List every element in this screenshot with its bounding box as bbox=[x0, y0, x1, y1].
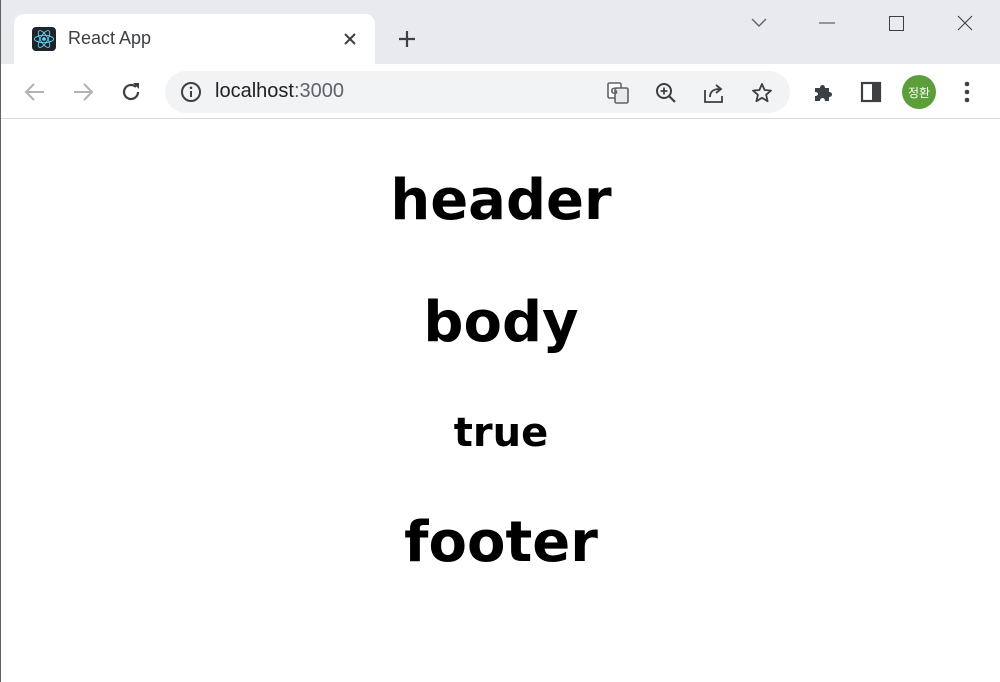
tab-search-chevron-icon[interactable] bbox=[736, 8, 782, 38]
minimize-icon[interactable] bbox=[804, 8, 850, 38]
translate-icon[interactable]: G bbox=[605, 80, 631, 106]
profile-avatar[interactable]: 정환 bbox=[902, 75, 936, 109]
flag-heading: true bbox=[453, 410, 549, 456]
url-text[interactable]: localhost:3000 bbox=[215, 80, 344, 103]
tab-title: React App bbox=[68, 28, 152, 48]
new-tab-button[interactable] bbox=[393, 25, 421, 53]
tab-strip: React App bbox=[1, 0, 1000, 64]
zoom-icon[interactable] bbox=[653, 80, 679, 106]
svg-text:G: G bbox=[611, 87, 618, 97]
share-icon[interactable] bbox=[701, 80, 727, 106]
extensions-puzzle-icon[interactable] bbox=[808, 77, 838, 107]
address-bar[interactable]: localhost:3000 G bbox=[165, 71, 790, 113]
header-heading: header bbox=[390, 168, 612, 233]
bookmark-star-icon[interactable] bbox=[749, 80, 775, 106]
body-heading: body bbox=[423, 290, 579, 355]
react-logo-icon bbox=[32, 27, 56, 51]
kebab-menu-icon[interactable] bbox=[952, 77, 982, 107]
site-info-icon[interactable] bbox=[179, 80, 203, 104]
back-arrow-icon[interactable] bbox=[19, 76, 51, 108]
reload-icon[interactable] bbox=[115, 76, 147, 108]
url-port: :3000 bbox=[293, 80, 344, 102]
side-panel-icon[interactable] bbox=[856, 77, 886, 107]
close-tab-icon[interactable] bbox=[337, 26, 363, 52]
browser-window: React App localhost:3000 G 정환 header bod… bbox=[0, 0, 1000, 682]
forward-arrow-icon[interactable] bbox=[67, 76, 99, 108]
tab-react-app[interactable]: React App bbox=[14, 14, 375, 64]
browser-toolbar: localhost:3000 G 정환 bbox=[1, 64, 1000, 119]
page-content: header body true footer bbox=[1, 120, 1000, 682]
footer-heading: footer bbox=[404, 510, 598, 575]
url-host: localhost bbox=[215, 80, 294, 102]
maximize-icon[interactable] bbox=[873, 8, 919, 38]
close-window-icon[interactable] bbox=[942, 8, 988, 38]
